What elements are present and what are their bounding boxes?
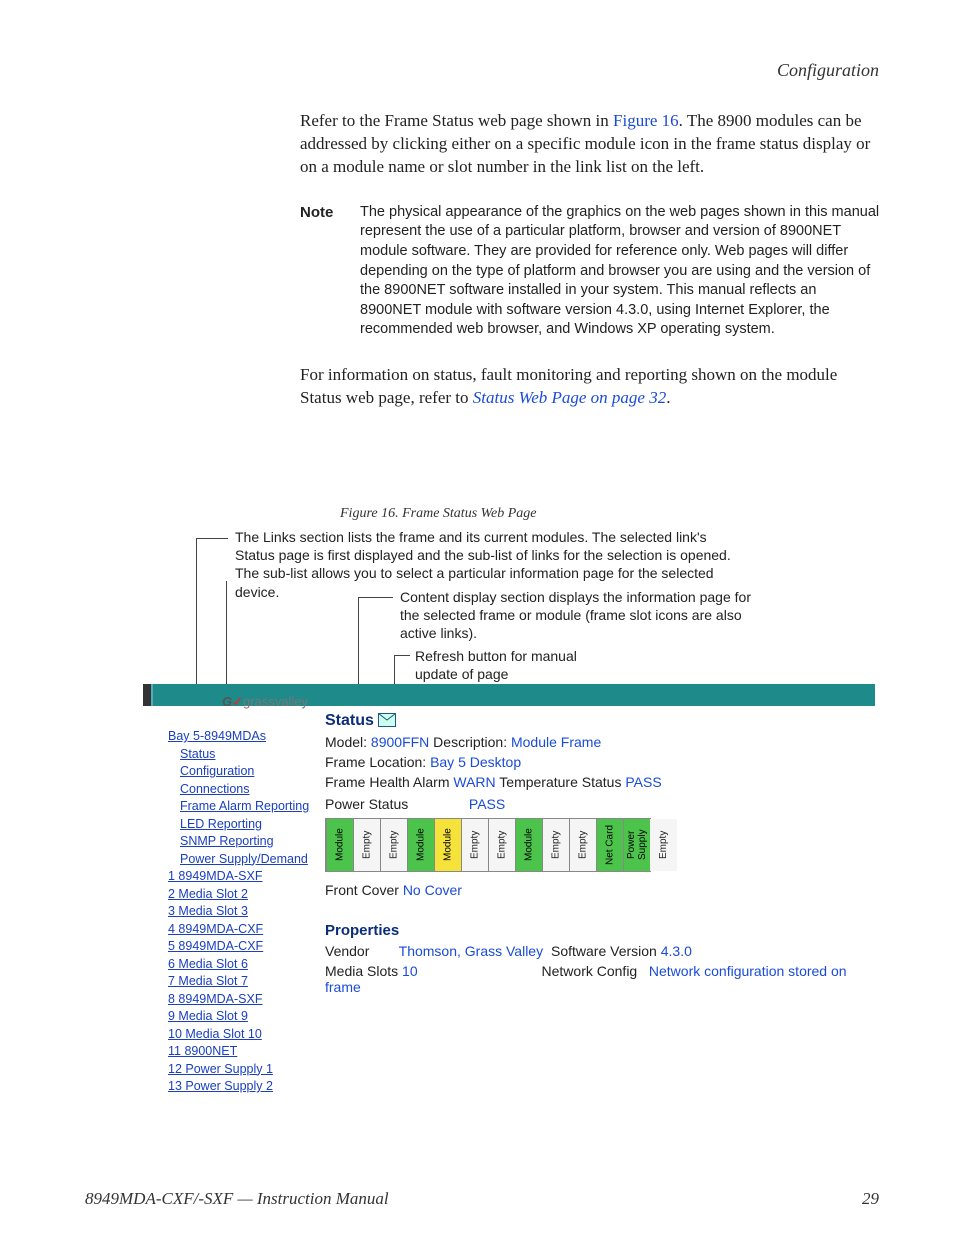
slot-cell[interactable]: Module <box>515 819 542 871</box>
temp-value: PASS <box>625 774 661 790</box>
sidebar-slot-link[interactable]: 5 8949MDA-CXF <box>168 938 323 956</box>
sidebar-slot-link[interactable]: 11 8900NET <box>168 1043 323 1061</box>
sidebar-slot-link[interactable]: 3 Media Slot 3 <box>168 903 323 921</box>
vendor-value: Thomson, Grass Valley <box>399 943 543 959</box>
sw-value: 4.3.0 <box>661 943 692 959</box>
slot-cell[interactable]: Empty <box>353 819 380 871</box>
power-status-row: Power Status PASS <box>325 796 885 812</box>
ps-key: Power Status <box>325 796 465 812</box>
callout-line <box>196 538 197 684</box>
sidebar-slot-link[interactable]: 6 Media Slot 6 <box>168 956 323 974</box>
sidebar-slot-link[interactable]: 7 Media Slot 7 <box>168 973 323 991</box>
sidebar-slot-link[interactable]: 8 8949MDA-SXF <box>168 991 323 1009</box>
body-text: Refer to the Frame Status web page shown… <box>300 110 880 410</box>
slot-cell[interactable]: Empty <box>488 819 515 871</box>
note-block: Note The physical appearance of the grap… <box>300 203 880 340</box>
sidebar-sub-link[interactable]: Status <box>180 746 323 764</box>
sidebar-slot-link[interactable]: 2 Media Slot 2 <box>168 886 323 904</box>
note-label: Note <box>300 203 360 340</box>
sidebar-sub-link[interactable]: Configuration <box>180 763 323 781</box>
model-row: Model: 8900FFN Description: Module Frame <box>325 734 885 750</box>
slot-cell[interactable]: Empty <box>380 819 407 871</box>
callout-line <box>196 538 228 539</box>
logo-g: G <box>222 694 232 709</box>
page-number: 29 <box>862 1189 879 1209</box>
status-heading: Status <box>325 712 374 729</box>
logo-text: grassvalley <box>243 694 308 709</box>
slot-cell[interactable]: Empty <box>569 819 596 871</box>
media-net-row: Media Slots 10 Network Config Network co… <box>325 963 885 995</box>
model-key: Model: <box>325 734 367 750</box>
sidebar-sub-link[interactable]: LED Reporting <box>180 816 323 834</box>
status-panel: Status Model: 8900FFN Description: Modul… <box>325 712 885 995</box>
slot-cell[interactable]: Net Card <box>596 819 623 871</box>
media-value: 10 <box>402 963 418 979</box>
sidebar-sub-link[interactable]: Connections <box>180 781 323 799</box>
vendor-row: Vendor Thomson, Grass Valley Software Ve… <box>325 943 885 959</box>
refresh-icon[interactable] <box>378 713 396 727</box>
callout-line <box>358 597 359 693</box>
model-value: 8900FFN <box>371 734 429 750</box>
figure-caption: Figure 16. Frame Status Web Page <box>340 506 537 522</box>
loc-key: Frame Location: <box>325 754 426 770</box>
annotation-content-section: Content display section displays the inf… <box>400 588 770 643</box>
slot-cell[interactable]: Module <box>434 819 461 871</box>
section-header: Configuration <box>777 60 879 81</box>
slot-cell[interactable]: Power Supply <box>623 819 650 871</box>
footer-title: 8949MDA-CXF/-SXF — Instruction Manual <box>85 1189 389 1209</box>
callout-line <box>358 597 393 598</box>
callout-line <box>226 581 227 691</box>
slot-cell[interactable]: Module <box>326 819 353 871</box>
sidebar-slot-link[interactable]: 10 Media Slot 10 <box>168 1026 323 1044</box>
status-page-link[interactable]: Status Web Page on page 32 <box>473 388 666 407</box>
vendor-key: Vendor <box>325 943 395 959</box>
front-value: No Cover <box>403 882 462 898</box>
slot-cell[interactable]: Module <box>407 819 434 871</box>
sidebar-slot-link[interactable]: 1 8949MDA-SXF <box>168 868 323 886</box>
sw-key: Software Version <box>551 943 657 959</box>
slot-cell[interactable]: Empty <box>461 819 488 871</box>
sidebar-sub-link[interactable]: SNMP Reporting <box>180 833 323 851</box>
para2-b: . <box>666 388 670 407</box>
paragraph-2: For information on status, fault monitor… <box>300 364 880 410</box>
logo-check-icon: ✓ <box>232 694 243 709</box>
sidebar-slot-link[interactable]: 9 Media Slot 9 <box>168 1008 323 1026</box>
sidebar-frame-link[interactable]: Bay 5-8949MDAs <box>168 728 323 746</box>
sidebar-slot-link[interactable]: 4 8949MDA-CXF <box>168 921 323 939</box>
teal-bar-edge <box>143 684 153 706</box>
fha-value: WARN <box>453 774 495 790</box>
callout-line <box>394 655 410 656</box>
media-key: Media Slots <box>325 963 398 979</box>
figure-link[interactable]: Figure 16 <box>613 111 679 130</box>
desc-value: Module Frame <box>511 734 601 750</box>
fha-key: Frame Health Alarm <box>325 774 449 790</box>
slot-cell[interactable]: Empty <box>650 819 677 871</box>
sidebar-links: Bay 5-8949MDAs StatusConfigurationConnec… <box>168 728 323 1096</box>
loc-value: Bay 5 Desktop <box>430 754 521 770</box>
temp-key: Temperature Status <box>499 774 621 790</box>
location-row: Frame Location: Bay 5 Desktop <box>325 754 885 770</box>
desc-key: Description: <box>433 734 507 750</box>
sidebar-slot-link[interactable]: 12 Power Supply 1 <box>168 1061 323 1079</box>
paragraph-1: Refer to the Frame Status web page shown… <box>300 110 880 179</box>
grassvalley-logo: G✓grassvalley <box>222 694 308 710</box>
health-row: Frame Health Alarm WARN Temperature Stat… <box>325 774 885 790</box>
properties-heading: Properties <box>325 922 885 939</box>
annotation-refresh: Refresh button for manual update of page <box>415 647 615 683</box>
ps-value: PASS <box>469 796 505 812</box>
sidebar-slot-link[interactable]: 13 Power Supply 2 <box>168 1078 323 1096</box>
para1-a: Refer to the Frame Status web page shown… <box>300 111 613 130</box>
front-cover-row: Front Cover No Cover <box>325 882 885 898</box>
slot-cell[interactable]: Empty <box>542 819 569 871</box>
slot-strip: ModuleEmptyEmptyModuleModuleEmptyEmptyMo… <box>325 818 651 872</box>
note-text: The physical appearance of the graphics … <box>360 203 880 340</box>
front-key: Front Cover <box>325 882 399 898</box>
net-key: Network Config <box>542 963 638 979</box>
sidebar-sub-link[interactable]: Power Supply/Demand <box>180 851 323 869</box>
sidebar-sub-link[interactable]: Frame Alarm Reporting <box>180 798 323 816</box>
